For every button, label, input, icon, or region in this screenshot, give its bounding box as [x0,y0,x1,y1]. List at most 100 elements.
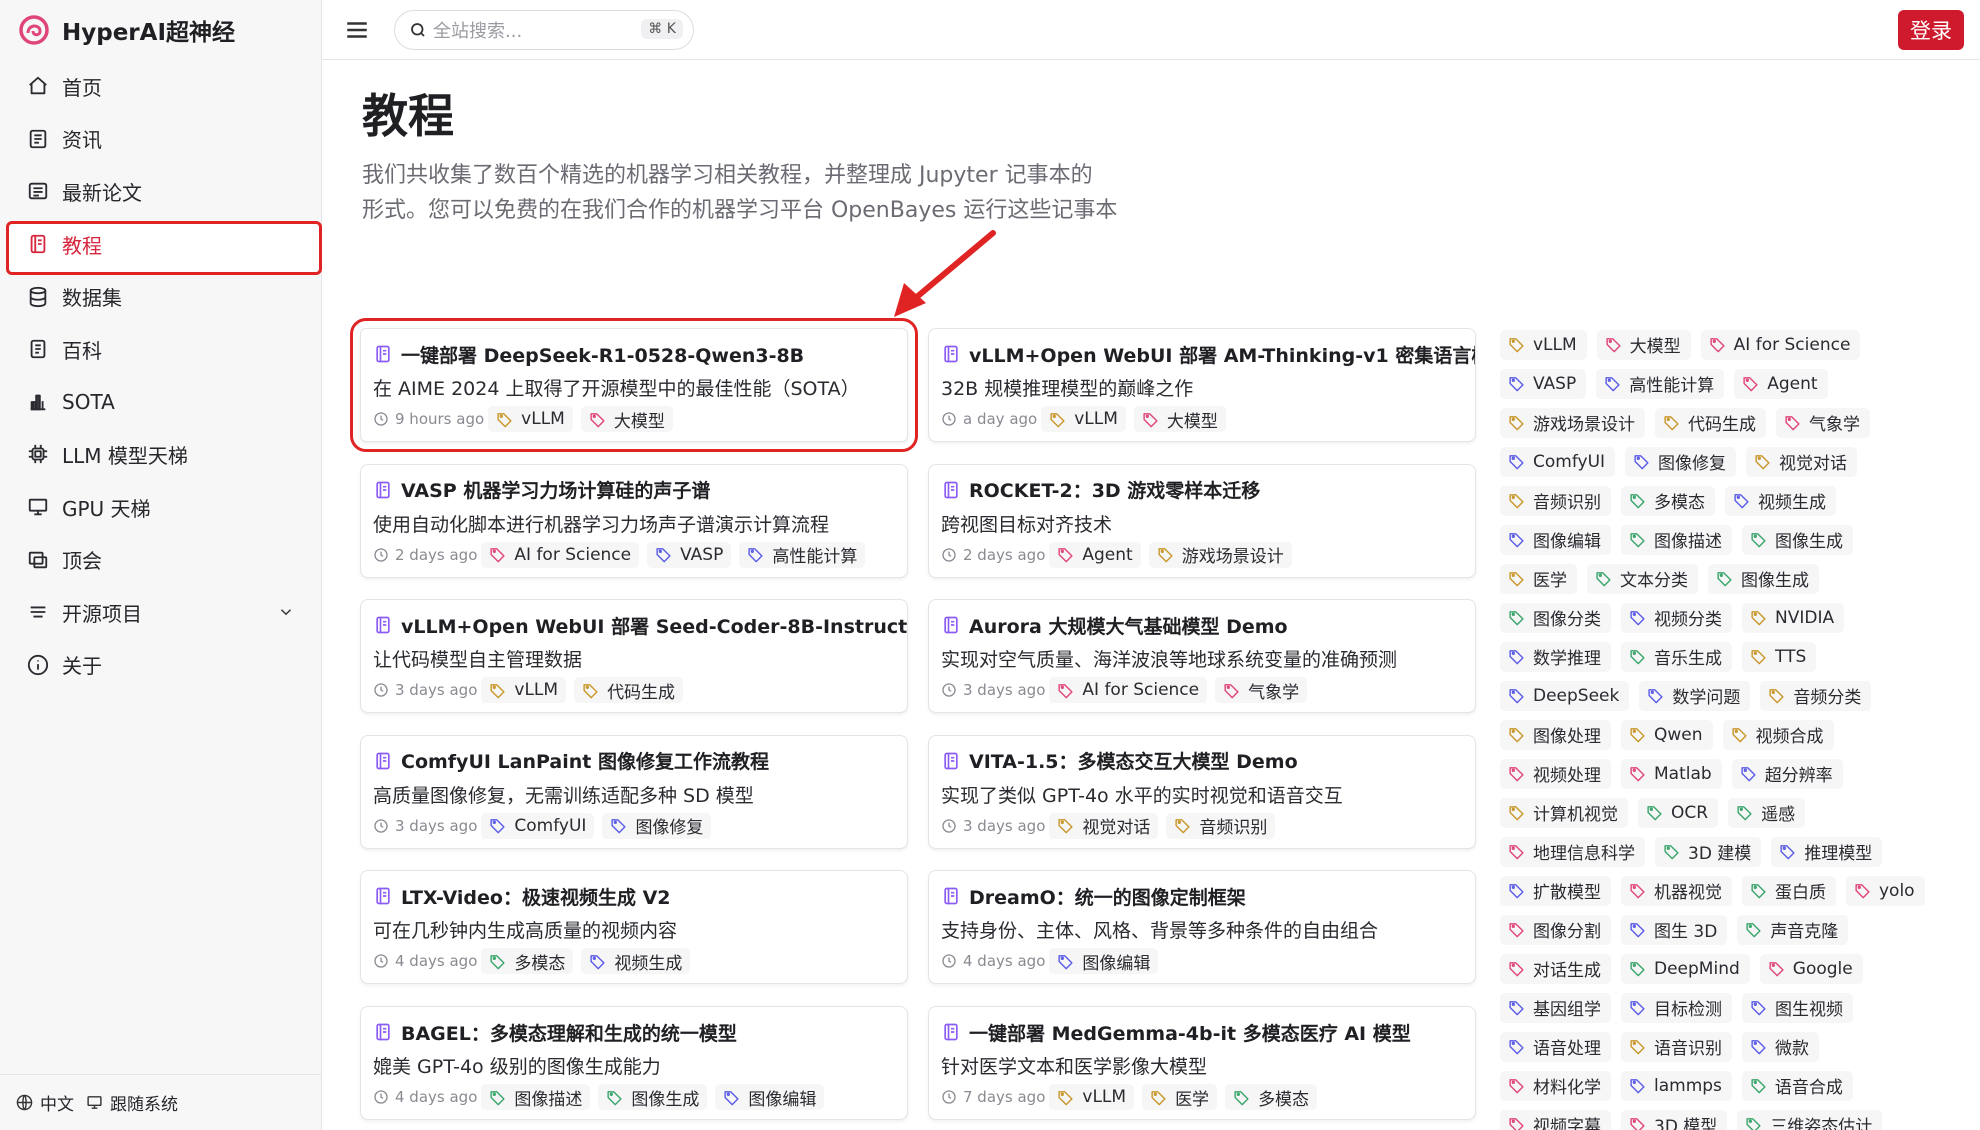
card-tag[interactable]: Agent [1049,541,1141,568]
card-tag[interactable]: 多模态 [481,948,574,975]
card-tag[interactable]: 医学 [1142,1084,1218,1110]
card-title[interactable]: VASP 机器学习力场计算硅的声子谱 [373,477,907,503]
nav-item-11[interactable]: 关于 [0,639,321,692]
tag-cloud-item[interactable]: 机器视觉 [1621,875,1732,906]
tutorial-card[interactable]: BAGEL：多模态理解和生成的统一模型 媲美 GPT-4o 级别的图像生成能力 4 … [360,1006,908,1120]
tag-cloud-item[interactable]: Agent [1734,368,1828,399]
card-tag[interactable]: 代码生成 [574,677,684,704]
tag-cloud-item[interactable]: 视频处理 [1500,758,1611,789]
tag-cloud-item[interactable]: 遥感 [1728,797,1806,828]
card-tag[interactable]: 图像编辑 [1049,948,1159,975]
tag-cloud-item[interactable]: 地理信息科学 [1500,836,1645,867]
tutorial-card[interactable]: vLLM+Open WebUI 部署 AM-Thinking-v1 密集语言模型… [928,328,1476,442]
nav-item-10[interactable]: 开源项目 [0,586,321,639]
card-tag[interactable]: 视觉对话 [1049,812,1159,839]
tag-cloud-item[interactable]: 视频分类 [1621,602,1732,633]
tag-cloud-item[interactable]: 图像生成 [1742,524,1853,555]
nav-item-8[interactable]: GPU 天梯 [0,481,321,534]
tag-cloud-item[interactable]: 超分辨率 [1731,758,1843,789]
tutorial-card[interactable]: ROCKET-2：3D 游戏零样本迁移 跨视图目标对齐技术 2 days ago Ag… [928,463,1476,578]
tag-cloud-item[interactable]: 大模型 [1596,329,1691,360]
nav-item-1[interactable]: 资讯 [0,113,321,166]
brand[interactable]: HyperAI超神经 [0,0,321,60]
tutorial-card[interactable]: Aurora 大规模大气基础模型 Demo 实现对空气质量、海洋波浪等地球系统变量… [928,599,1476,714]
card-tag[interactable]: 视频生成 [581,948,691,975]
tutorial-card[interactable]: LTX-Video：极速视频生成 V2 可在几秒钟内生成高质量的视频内容 4 day… [360,870,908,985]
tag-cloud-item[interactable]: 图像生成 [1708,563,1819,594]
tag-cloud-item[interactable]: 音频识别 [1500,485,1611,516]
tag-cloud-item[interactable]: VASP [1500,368,1587,399]
tag-cloud-item[interactable]: 音频分类 [1760,680,1872,711]
nav-item-3[interactable]: 教程 [0,218,322,275]
tag-cloud-item[interactable]: 数学问题 [1639,680,1751,711]
tag-cloud-item[interactable]: 代码生成 [1655,407,1766,438]
card-tag[interactable]: vLLM [1041,406,1126,432]
tag-cloud-item[interactable]: 语音合成 [1741,1070,1853,1101]
tag-cloud-item[interactable]: 三维姿态估计 [1737,1109,1883,1130]
chevron-down-icon[interactable] [277,602,295,626]
tag-cloud-item[interactable]: 微款 [1742,1031,1819,1062]
card-tag[interactable]: 大模型 [580,406,673,432]
tag-cloud-item[interactable]: 图像分类 [1500,602,1611,633]
card-tag[interactable]: 图像修复 [602,812,712,839]
tag-cloud-item[interactable]: lammps [1621,1070,1732,1101]
tag-cloud-item[interactable]: Qwen [1621,719,1713,750]
tag-cloud-item[interactable]: OCR [1638,797,1719,828]
tutorial-card[interactable]: 一键部署 DeepSeek-R1-0528-Qwen3-8B 在 AIME 202… [350,318,918,452]
card-title[interactable]: LTX-Video：极速视频生成 V2 [373,883,907,909]
tag-cloud-item[interactable]: 图生 3D [1621,914,1728,945]
card-title[interactable]: 一键部署 DeepSeek-R1-0528-Qwen3-8B [373,341,907,367]
nav-item-5[interactable]: 百科 [0,323,321,376]
nav-item-2[interactable]: 最新论文 [0,165,321,218]
tag-cloud-item[interactable]: DeepMind [1621,953,1750,984]
card-title[interactable]: ROCKET-2：3D 游戏零样本迁移 [941,477,1475,503]
card-title[interactable]: vLLM+Open WebUI 部署 AM-Thinking-v1 密集语言模型 [941,341,1475,367]
tag-cloud-item[interactable]: 视频合成 [1722,719,1834,750]
tag-cloud-item[interactable]: vLLM [1500,329,1587,360]
tag-cloud-item[interactable]: 图生视频 [1742,992,1853,1023]
tag-cloud-item[interactable]: 视频字幕 [1500,1109,1611,1130]
language-switch[interactable]: 中文 [16,1090,74,1115]
tutorial-card[interactable]: 一键部署 MedGemma-4b-it 多模态医疗 AI 模型 针对医学文本和医学… [928,1006,1476,1120]
tutorial-card[interactable]: DreamO：统一的图像定制框架 支持身份、主体、风格、背景等多种条件的自由组合 4… [928,870,1476,985]
tag-cloud-item[interactable]: 对话生成 [1500,953,1611,984]
nav-item-6[interactable]: SOTA [0,376,321,429]
nav-item-7[interactable]: LLM 模型天梯 [0,428,321,481]
tag-cloud-item[interactable]: Google [1759,953,1863,984]
tag-cloud-item[interactable]: 图像描述 [1621,524,1732,555]
tutorial-card[interactable]: VITA-1.5：多模态交互大模型 Demo 实现了类似 GPT-4o 水平的实时… [928,734,1476,849]
card-tag[interactable]: 多模态 [1225,1084,1318,1110]
card-tag[interactable]: 大模型 [1133,406,1226,432]
card-title[interactable]: VITA-1.5：多模态交互大模型 Demo [941,748,1475,774]
tag-cloud-item[interactable]: 基因组学 [1500,992,1611,1023]
tag-cloud-item[interactable]: 多模态 [1621,485,1715,516]
card-title[interactable]: Aurora 大规模大气基础模型 Demo [941,612,1475,638]
tutorial-card[interactable]: VASP 机器学习力场计算硅的声子谱 使用自动化脚本进行机器学习力场声子谱演示计算… [360,463,908,578]
card-tag[interactable]: vLLM [488,406,573,432]
theme-switch[interactable]: 跟随系统 [86,1090,178,1115]
tag-cloud-item[interactable]: 扩散模型 [1500,875,1611,906]
tag-cloud-item[interactable]: 数学推理 [1500,641,1611,672]
tag-cloud-item[interactable]: NVIDIA [1742,602,1845,633]
card-tag[interactable]: VASP [647,541,732,568]
tag-cloud-item[interactable]: 材料化学 [1500,1070,1611,1101]
nav-item-0[interactable]: 首页 [0,60,321,113]
nav-item-4[interactable]: 数据集 [0,270,321,323]
tutorial-card[interactable]: vLLM+Open WebUI 部署 Seed-Coder-8B-Instruc… [360,599,908,714]
tag-cloud-item[interactable]: 游戏场景设计 [1500,407,1645,438]
tag-cloud-item[interactable]: 3D 模型 [1621,1109,1728,1130]
tag-cloud-item[interactable]: 声音克隆 [1737,914,1849,945]
tag-cloud-item[interactable]: DeepSeek [1500,680,1630,711]
tag-cloud-item[interactable]: ComfyUI [1500,446,1616,477]
card-tag[interactable]: ComfyUI [481,812,595,839]
tag-cloud-item[interactable]: Matlab [1621,758,1722,789]
tag-cloud-item[interactable]: 推理模型 [1771,836,1883,867]
tag-cloud-item[interactable]: 图像修复 [1625,446,1737,477]
tag-cloud-item[interactable]: TTS [1742,641,1817,672]
tag-cloud-item[interactable]: 医学 [1500,563,1577,594]
tag-cloud-item[interactable]: 目标检测 [1621,992,1732,1023]
card-tag[interactable]: vLLM [1049,1084,1135,1110]
tag-cloud-item[interactable]: 图像处理 [1500,719,1611,750]
tutorial-card[interactable]: ComfyUI LanPaint 图像修复工作流教程 高质量图像修复，无需训练适配… [360,734,908,849]
card-tag[interactable]: AI for Science [481,541,640,568]
